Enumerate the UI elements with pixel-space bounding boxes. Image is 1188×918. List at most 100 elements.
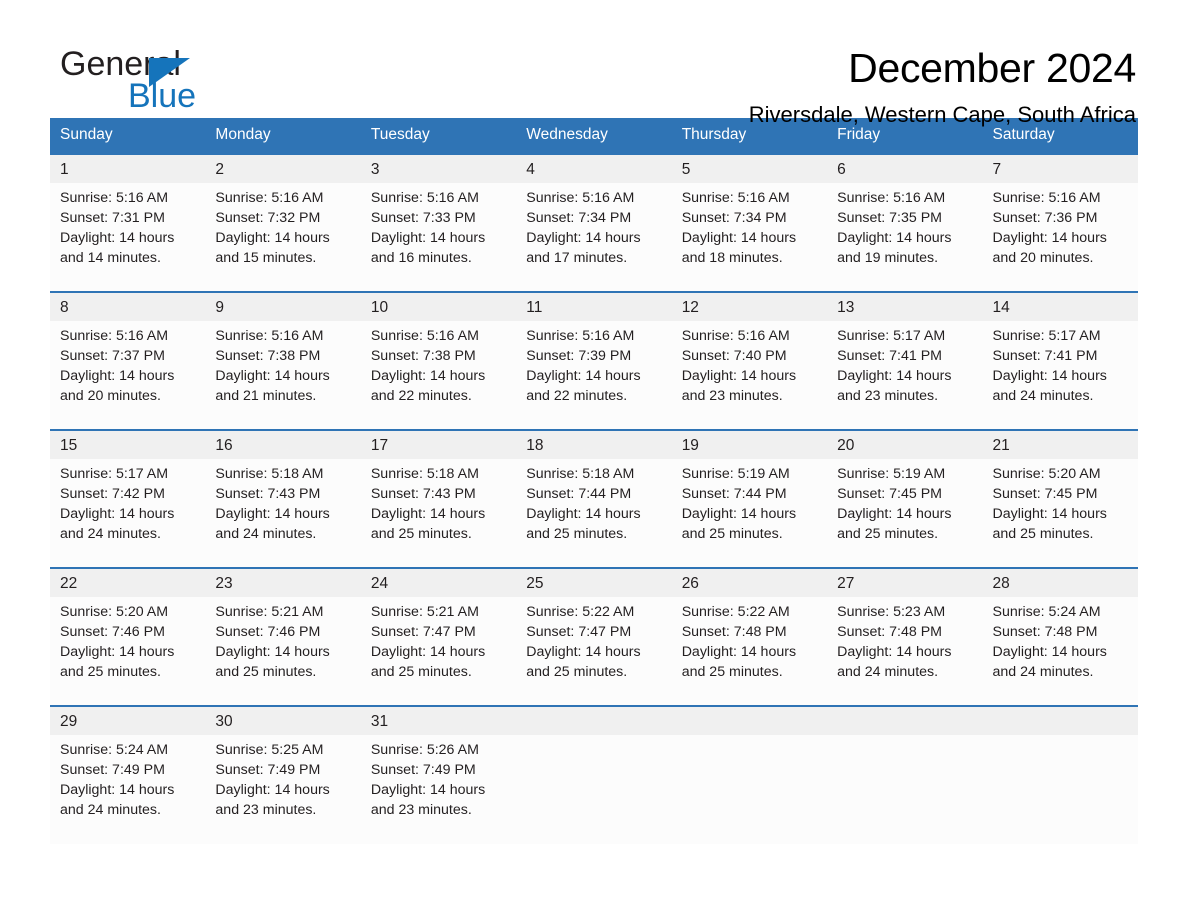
sunset-text: Sunset: 7:43 PM	[370, 486, 476, 502]
sunset-text: Sunset: 7:49 PM	[60, 762, 165, 778]
day-cell[interactable]: Sunrise: 5:23 AM Sunset: 7:48 PM Dayligh…	[827, 597, 983, 706]
day-cell[interactable]: Sunrise: 5:21 AM Sunset: 7:47 PM Dayligh…	[360, 597, 517, 706]
sunrise-text: Sunrise: 5:19 AM	[681, 466, 790, 482]
sunset-text: Sunset: 7:40 PM	[681, 348, 787, 364]
daylight-text-line2: and 25 minutes.	[370, 664, 472, 680]
daylight-text-line1: Daylight: 14 hours	[837, 368, 952, 384]
day-number: 4	[516, 153, 672, 183]
daylight-text-line1: Daylight: 14 hours	[370, 506, 486, 522]
sunrise-text: Sunrise: 5:16 AM	[370, 328, 479, 344]
sunset-text: Sunset: 7:35 PM	[837, 210, 942, 226]
day-number: 2	[205, 153, 361, 183]
day-cell[interactable]: Sunrise: 5:16 AM Sunset: 7:32 PM Dayligh…	[205, 183, 361, 292]
daylight-text-line2: and 20 minutes.	[60, 388, 161, 404]
day-cell[interactable]: Sunrise: 5:19 AM Sunset: 7:45 PM Dayligh…	[827, 459, 983, 568]
day-cell[interactable]: Sunrise: 5:16 AM Sunset: 7:37 PM Dayligh…	[50, 321, 206, 430]
day-number-empty	[982, 705, 1138, 735]
day-cell[interactable]: Sunrise: 5:22 AM Sunset: 7:48 PM Dayligh…	[671, 597, 828, 706]
day-cell[interactable]: Sunrise: 5:16 AM Sunset: 7:31 PM Dayligh…	[50, 183, 206, 292]
day-number-empty	[516, 705, 672, 735]
day-cell-empty	[671, 735, 828, 844]
sunrise-text: Sunrise: 5:17 AM	[992, 328, 1101, 344]
sunset-text: Sunset: 7:46 PM	[215, 624, 321, 640]
day-number: 17	[360, 429, 517, 459]
day-number: 12	[671, 291, 828, 321]
day-number: 24	[360, 567, 517, 597]
day-number: 27	[827, 567, 983, 597]
day-number: 14	[982, 291, 1138, 321]
day-cell[interactable]: Sunrise: 5:22 AM Sunset: 7:47 PM Dayligh…	[516, 597, 672, 706]
daylight-text-line1: Daylight: 14 hours	[60, 368, 175, 384]
day-cell[interactable]: Sunrise: 5:16 AM Sunset: 7:35 PM Dayligh…	[827, 183, 983, 292]
day-cell[interactable]: Sunrise: 5:17 AM Sunset: 7:41 PM Dayligh…	[982, 321, 1138, 430]
day-number: 5	[671, 153, 828, 183]
day-cell[interactable]: Sunrise: 5:16 AM Sunset: 7:36 PM Dayligh…	[982, 183, 1138, 292]
daylight-text-line1: Daylight: 14 hours	[837, 506, 952, 522]
daylight-text-line1: Daylight: 14 hours	[992, 230, 1107, 246]
sunset-text: Sunset: 7:38 PM	[215, 348, 321, 364]
day-cell[interactable]: Sunrise: 5:20 AM Sunset: 7:46 PM Dayligh…	[50, 597, 206, 706]
sunrise-text: Sunrise: 5:24 AM	[992, 604, 1101, 620]
daylight-text-line2: and 24 minutes.	[60, 526, 161, 542]
sunrise-text: Sunrise: 5:18 AM	[526, 466, 635, 482]
day-cell[interactable]: Sunrise: 5:18 AM Sunset: 7:43 PM Dayligh…	[360, 459, 517, 568]
day-cell[interactable]: Sunrise: 5:16 AM Sunset: 7:39 PM Dayligh…	[516, 321, 672, 430]
day-cell[interactable]: Sunrise: 5:16 AM Sunset: 7:34 PM Dayligh…	[671, 183, 828, 292]
calendar-page: General Blue December 2024 Riversdale, W…	[0, 0, 1188, 918]
day-number: 28	[982, 567, 1138, 597]
sunset-text: Sunset: 7:37 PM	[60, 348, 165, 364]
day-number: 15	[50, 429, 206, 459]
day-cell[interactable]: Sunrise: 5:18 AM Sunset: 7:43 PM Dayligh…	[205, 459, 361, 568]
daylight-text-line2: and 24 minutes.	[992, 388, 1094, 404]
day-cell[interactable]: Sunrise: 5:16 AM Sunset: 7:38 PM Dayligh…	[205, 321, 361, 430]
day-cell[interactable]: Sunrise: 5:21 AM Sunset: 7:46 PM Dayligh…	[205, 597, 361, 706]
day-cell[interactable]: Sunrise: 5:16 AM Sunset: 7:33 PM Dayligh…	[360, 183, 517, 292]
day-number: 20	[827, 429, 983, 459]
day-number: 13	[827, 291, 983, 321]
daylight-text-line2: and 25 minutes.	[370, 526, 472, 542]
daylight-text-line2: and 21 minutes.	[215, 388, 317, 404]
sunset-text: Sunset: 7:34 PM	[681, 210, 787, 226]
sunrise-text: Sunrise: 5:16 AM	[837, 190, 946, 206]
daylight-text-line2: and 24 minutes.	[992, 664, 1094, 680]
day-cell[interactable]: Sunrise: 5:17 AM Sunset: 7:42 PM Dayligh…	[50, 459, 206, 568]
day-cell[interactable]: Sunrise: 5:25 AM Sunset: 7:49 PM Dayligh…	[205, 735, 361, 844]
day-cell[interactable]: Sunrise: 5:19 AM Sunset: 7:44 PM Dayligh…	[671, 459, 828, 568]
sunrise-text: Sunrise: 5:20 AM	[60, 604, 169, 620]
day-cell[interactable]: Sunrise: 5:17 AM Sunset: 7:41 PM Dayligh…	[827, 321, 983, 430]
page-title: December 2024	[848, 45, 1136, 91]
daylight-text-line1: Daylight: 14 hours	[681, 644, 797, 660]
day-cell[interactable]: Sunrise: 5:18 AM Sunset: 7:44 PM Dayligh…	[516, 459, 672, 568]
sunrise-text: Sunrise: 5:26 AM	[370, 742, 479, 758]
day-cell[interactable]: Sunrise: 5:26 AM Sunset: 7:49 PM Dayligh…	[360, 735, 517, 844]
daylight-text-line2: and 25 minutes.	[526, 664, 628, 680]
week-date-row: 22 23 24 25 26 27 28	[50, 567, 1138, 597]
day-cell[interactable]: Sunrise: 5:20 AM Sunset: 7:45 PM Dayligh…	[982, 459, 1138, 568]
sunset-text: Sunset: 7:48 PM	[992, 624, 1098, 640]
week-info-row: Sunrise: 5:20 AM Sunset: 7:46 PM Dayligh…	[50, 597, 1138, 706]
daylight-text-line2: and 20 minutes.	[992, 250, 1094, 266]
day-cell[interactable]: Sunrise: 5:24 AM Sunset: 7:49 PM Dayligh…	[50, 735, 206, 844]
sunrise-text: Sunrise: 5:21 AM	[370, 604, 479, 620]
sunset-text: Sunset: 7:46 PM	[60, 624, 165, 640]
sunrise-text: Sunrise: 5:21 AM	[215, 604, 324, 620]
sunrise-text: Sunrise: 5:25 AM	[215, 742, 324, 758]
sunset-text: Sunset: 7:45 PM	[992, 486, 1098, 502]
day-cell[interactable]: Sunrise: 5:16 AM Sunset: 7:38 PM Dayligh…	[360, 321, 517, 430]
title-block: December 2024 Riversdale, Western Cape, …	[270, 44, 1138, 130]
sunset-text: Sunset: 7:34 PM	[526, 210, 632, 226]
daylight-text-line1: Daylight: 14 hours	[370, 782, 486, 798]
daylight-text-line2: and 15 minutes.	[215, 250, 317, 266]
calendar-body: 1 2 3 4 5 6 7 Sunrise: 5:16 AM Sunset: 7…	[50, 153, 1138, 844]
sunrise-text: Sunrise: 5:23 AM	[837, 604, 946, 620]
daylight-text-line2: and 19 minutes.	[837, 250, 939, 266]
day-cell[interactable]: Sunrise: 5:16 AM Sunset: 7:34 PM Dayligh…	[516, 183, 672, 292]
sunset-text: Sunset: 7:43 PM	[215, 486, 321, 502]
daylight-text-line1: Daylight: 14 hours	[992, 506, 1107, 522]
daylight-text-line1: Daylight: 14 hours	[992, 368, 1107, 384]
day-number: 8	[50, 291, 206, 321]
day-number: 6	[827, 153, 983, 183]
day-cell[interactable]: Sunrise: 5:16 AM Sunset: 7:40 PM Dayligh…	[671, 321, 828, 430]
day-number: 1	[50, 153, 206, 183]
day-cell[interactable]: Sunrise: 5:24 AM Sunset: 7:48 PM Dayligh…	[982, 597, 1138, 706]
